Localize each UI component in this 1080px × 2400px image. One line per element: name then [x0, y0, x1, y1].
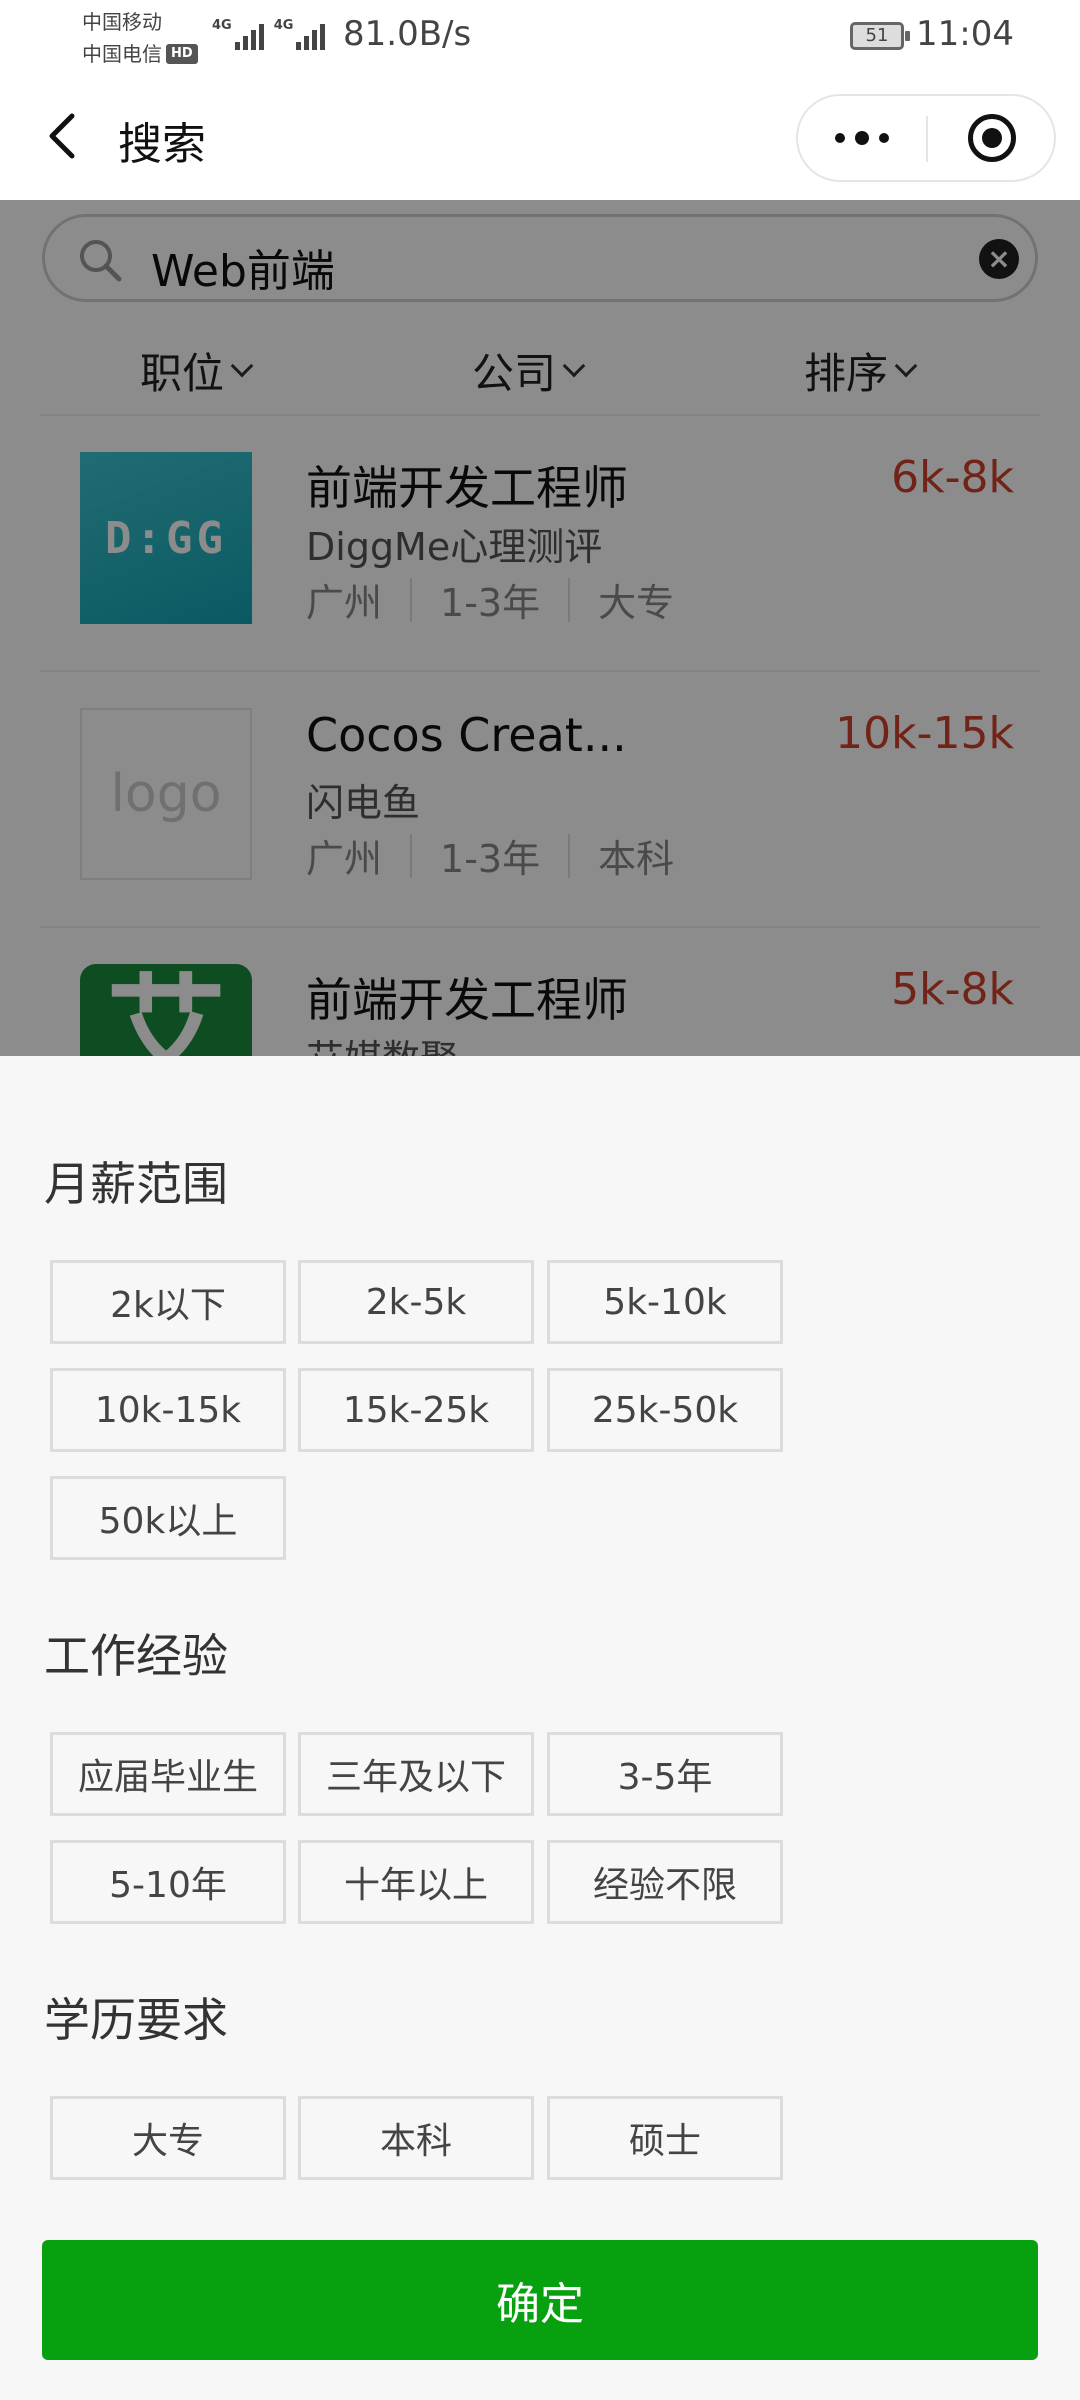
network-type-label: 4G — [212, 18, 232, 33]
experience-section-title: 工作经验 — [44, 1629, 228, 1683]
network-type-label: 4G — [273, 18, 294, 33]
carrier-2: 中国电信 — [82, 42, 162, 66]
chevron-left-icon — [49, 113, 75, 159]
target-circle-icon — [968, 114, 1016, 162]
experience-option[interactable]: 三年及以下 — [298, 1732, 534, 1816]
education-option[interactable]: 硕士 — [547, 2096, 783, 2180]
salary-option[interactable]: 2k以下 — [50, 1260, 286, 1344]
capsule-divider — [926, 116, 928, 162]
more-dots-icon — [835, 133, 845, 143]
status-bar: 中国移动 中国电信 HD 4G 4G 81.0B/s 51 11:04 — [0, 0, 1080, 76]
clock: 11:04 — [916, 14, 1014, 54]
signal-icon: 4G — [274, 18, 326, 50]
close-mini-program-button[interactable] — [930, 96, 1054, 180]
salary-option[interactable]: 15k-25k — [298, 1368, 534, 1452]
salary-option[interactable]: 2k-5k — [298, 1260, 534, 1344]
education-option[interactable]: 大专 — [50, 2096, 286, 2180]
signal-icon: 4G — [212, 18, 264, 50]
confirm-button[interactable]: 确定 — [42, 2240, 1038, 2360]
education-option[interactable]: 本科 — [298, 2096, 534, 2180]
mini-program-capsule — [796, 94, 1056, 182]
more-button[interactable] — [798, 96, 926, 180]
salary-section-title: 月薪范围 — [44, 1157, 228, 1211]
education-section-title: 学历要求 — [44, 1993, 228, 2047]
more-dots-icon — [879, 133, 889, 143]
salary-option[interactable]: 10k-15k — [50, 1368, 286, 1452]
salary-option[interactable]: 50k以上 — [50, 1476, 286, 1560]
carrier-1: 中国移动 — [82, 10, 162, 34]
experience-option[interactable]: 5-10年 — [50, 1840, 286, 1924]
page-title: 搜索 — [118, 119, 206, 170]
network-speed: 81.0B/s — [343, 14, 472, 54]
experience-option[interactable]: 3-5年 — [547, 1732, 783, 1816]
filter-sheet: 月薪范围 2k以下 2k-5k 5k-10k 10k-15k 15k-25k 2… — [0, 1056, 1080, 2400]
salary-option[interactable]: 25k-50k — [547, 1368, 783, 1452]
experience-option[interactable]: 十年以上 — [298, 1840, 534, 1924]
signal-icons: 4G 4G — [212, 18, 326, 50]
battery-icon: 51 — [850, 22, 910, 50]
nav-bar: 搜索 — [0, 76, 1080, 200]
modal-overlay[interactable] — [0, 200, 1080, 1056]
experience-option[interactable]: 应届毕业生 — [50, 1732, 286, 1816]
carrier-info: 中国移动 中国电信 HD — [82, 6, 198, 70]
more-dots-icon — [855, 131, 869, 145]
hd-badge: HD — [166, 44, 198, 64]
back-button[interactable] — [36, 106, 96, 166]
salary-option[interactable]: 5k-10k — [547, 1260, 783, 1344]
experience-option[interactable]: 经验不限 — [547, 1840, 783, 1924]
